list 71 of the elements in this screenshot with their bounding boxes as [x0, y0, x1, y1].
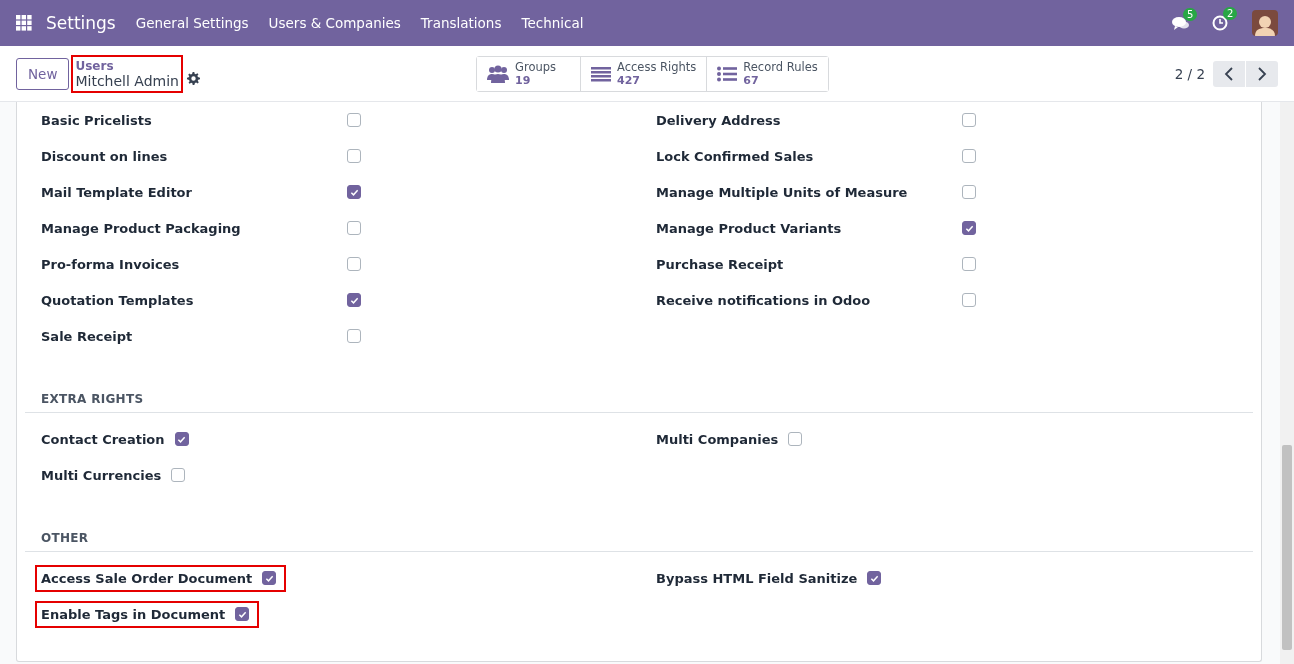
- section-heading: OTHER: [25, 531, 1253, 552]
- app-name[interactable]: Settings: [46, 13, 116, 33]
- field-label: Lock Confirmed Sales: [656, 148, 815, 164]
- field-label: Discount on lines: [41, 148, 169, 164]
- next-button[interactable]: [1246, 60, 1278, 87]
- check-icon: [237, 609, 247, 619]
- field-label: Basic Pricelists: [41, 112, 153, 128]
- settings-icon[interactable]: [186, 72, 200, 85]
- field-label: Manage Multiple Units of Measure: [656, 184, 909, 200]
- checkbox[interactable]: [347, 149, 361, 163]
- field-label: Manage Product Packaging: [41, 220, 242, 236]
- field-label: Delivery Address: [656, 112, 782, 128]
- section-heading: EXTRA RIGHTS: [25, 392, 1253, 413]
- pager-value: 2 / 2: [1174, 65, 1205, 82]
- field-label: Purchase Receipt: [656, 256, 785, 272]
- checkbox[interactable]: [962, 257, 976, 271]
- menu-item[interactable]: Translations: [420, 15, 502, 31]
- field-label: Enable Tags in Document: [41, 606, 226, 622]
- users-icon: [487, 64, 509, 83]
- field-label: Sale Receipt: [41, 328, 134, 344]
- checkbox[interactable]: [262, 571, 277, 585]
- checkbox[interactable]: [347, 329, 361, 343]
- field-label: Access Sale Order Document: [41, 570, 253, 586]
- field-label: Bypass HTML Field Sanitize: [656, 570, 858, 586]
- checkbox[interactable]: [347, 185, 361, 199]
- breadcrumb-link[interactable]: Users: [75, 58, 179, 74]
- check-icon: [869, 573, 879, 583]
- scrollbar[interactable]: [1280, 102, 1294, 664]
- list-icon: [591, 65, 611, 82]
- notification-badge: 2: [1223, 7, 1238, 20]
- record-title: Mitchell Admin: [75, 73, 179, 89]
- checkbox[interactable]: [347, 221, 361, 235]
- check-icon: [349, 295, 359, 305]
- clock-icon[interactable]: [1212, 15, 1228, 31]
- previous-button[interactable]: [1213, 60, 1245, 87]
- checkbox[interactable]: [867, 571, 882, 585]
- checkbox[interactable]: [962, 113, 976, 127]
- checkbox[interactable]: [235, 607, 250, 621]
- field-label: Mail Template Editor: [41, 184, 193, 200]
- field-label: Pro-forma Invoices: [41, 256, 181, 272]
- field-label: Receive notifications in Odoo: [656, 292, 872, 308]
- checkbox[interactable]: [962, 149, 976, 163]
- checkbox[interactable]: [347, 113, 361, 127]
- checkbox[interactable]: [788, 432, 803, 446]
- avatar-icon[interactable]: [1252, 10, 1278, 36]
- checkbox[interactable]: [347, 257, 361, 271]
- menu-item[interactable]: Users & Companies: [268, 15, 401, 31]
- apps-grid-icon[interactable]: [16, 15, 32, 31]
- field-label: Quotation Templates: [41, 292, 195, 308]
- notification-badge: 5: [1183, 7, 1198, 21]
- checkbox[interactable]: [962, 221, 976, 235]
- bulleted-list-icon: [717, 65, 738, 82]
- check-icon: [177, 434, 187, 444]
- field-label: Multi Companies: [656, 431, 779, 447]
- check-icon: [349, 187, 359, 197]
- checkbox[interactable]: [962, 293, 976, 307]
- chevron-right-icon: [1257, 66, 1267, 81]
- smart-button[interactable]: Groups 19: [477, 56, 581, 91]
- field-label: Manage Product Variants: [656, 220, 843, 236]
- menu-item[interactable]: Technical: [521, 15, 584, 31]
- field-label: Multi Currencies: [41, 467, 162, 483]
- check-icon: [264, 573, 274, 583]
- menu-item[interactable]: General Settings: [135, 15, 249, 31]
- checkbox[interactable]: [174, 432, 189, 446]
- new-button[interactable]: New: [16, 57, 70, 90]
- chevron-left-icon: [1224, 66, 1234, 81]
- checkbox[interactable]: [347, 293, 361, 307]
- field-label: Contact Creation: [41, 431, 165, 447]
- checkbox[interactable]: [171, 468, 186, 482]
- checkbox[interactable]: [962, 185, 976, 199]
- check-icon: [964, 223, 974, 233]
